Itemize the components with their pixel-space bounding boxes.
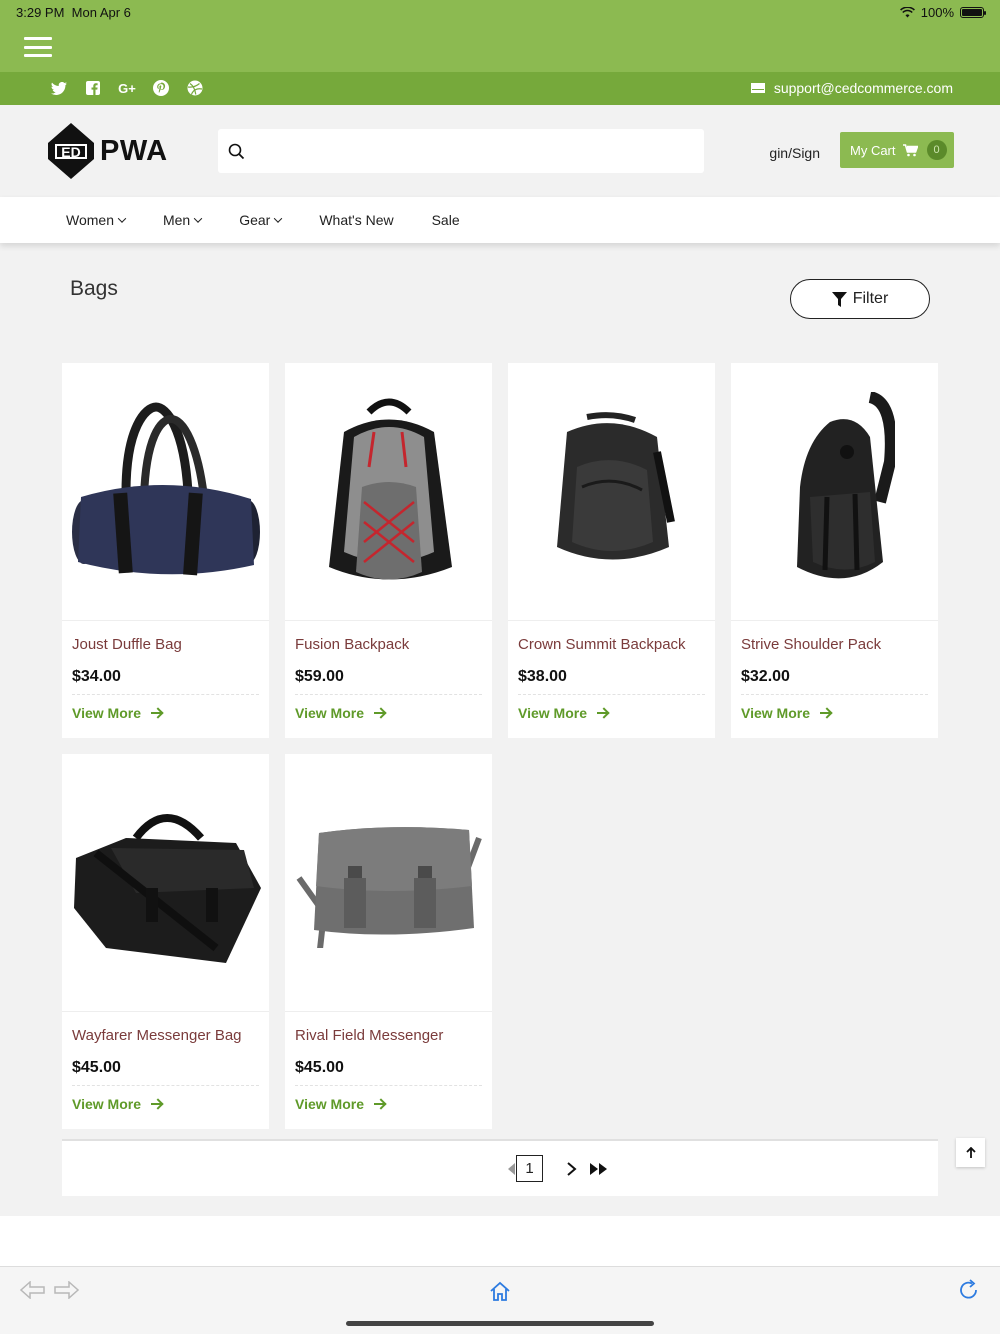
refresh-icon[interactable] <box>958 1279 980 1301</box>
twitter-icon[interactable] <box>50 79 68 97</box>
divider <box>295 1085 482 1086</box>
home-indicator <box>346 1321 654 1326</box>
page-title: Bags <box>70 277 118 300</box>
product-name[interactable]: Crown Summit Backpack <box>518 636 686 653</box>
search-box[interactable] <box>218 129 704 173</box>
wifi-icon <box>899 7 915 18</box>
hamburger-menu-button[interactable] <box>24 37 52 57</box>
logo[interactable]: ED PWA <box>48 123 168 179</box>
nav-item-sale[interactable]: Sale <box>432 212 460 228</box>
support-email-text: support@cedcommerce.com <box>773 80 953 96</box>
product-card[interactable]: Fusion Backpack $59.00 View More <box>285 363 492 738</box>
arrow-right-icon <box>820 708 832 718</box>
pinterest-icon[interactable] <box>152 79 170 97</box>
product-price: $45.00 <box>72 1059 121 1076</box>
product-name[interactable]: Fusion Backpack <box>295 636 409 653</box>
arrow-up-icon <box>965 1146 976 1158</box>
cart-count-badge: 0 <box>926 140 947 160</box>
product-image[interactable] <box>62 754 269 1012</box>
product-image[interactable] <box>731 363 938 621</box>
nav-item-women[interactable]: Women <box>66 212 127 228</box>
cart-label: My Cart <box>850 142 896 158</box>
status-time: 3:29 PM Mon Apr 6 <box>16 5 131 20</box>
product-name[interactable]: Joust Duffle Bag <box>72 636 182 653</box>
google-plus-icon[interactable]: G+ <box>118 79 136 97</box>
my-cart-button[interactable]: My Cart 0 <box>840 132 954 168</box>
facebook-icon[interactable] <box>84 79 102 97</box>
envelope-icon <box>750 83 765 93</box>
product-card[interactable]: Strive Shoulder Pack $32.00 View More <box>731 363 938 738</box>
page-number-current[interactable]: 1 <box>516 1155 543 1182</box>
product-image[interactable] <box>508 363 715 621</box>
arrow-right-icon <box>151 708 163 718</box>
search-input[interactable] <box>253 129 704 173</box>
forward-arrow-icon[interactable] <box>53 1281 79 1299</box>
nav-item-whats-new[interactable]: What's New <box>319 212 393 228</box>
nav-item-men[interactable]: Men <box>163 212 203 228</box>
product-name[interactable]: Strive Shoulder Pack <box>741 636 881 653</box>
logo-mark-icon: ED <box>48 123 94 179</box>
chevron-down-icon <box>117 214 127 223</box>
battery-percent: 100% <box>920 5 954 20</box>
product-card[interactable]: Rival Field Messenger $45.00 View More <box>285 754 492 1129</box>
arrow-right-icon <box>151 1099 163 1109</box>
divider <box>518 694 705 695</box>
product-card[interactable]: Wayfarer Messenger Bag $45.00 View More <box>62 754 269 1129</box>
filter-label: Filter <box>852 290 889 307</box>
product-name[interactable]: Rival Field Messenger <box>295 1027 443 1044</box>
footer <box>0 1216 1000 1266</box>
social-links: G+ <box>50 79 204 97</box>
nav-item-gear[interactable]: Gear <box>239 212 283 228</box>
svg-text:ED: ED <box>61 144 80 160</box>
divider <box>741 694 928 695</box>
product-image[interactable] <box>285 754 492 1012</box>
view-more-link[interactable]: View More <box>518 705 609 721</box>
arrow-right-icon <box>374 1099 386 1109</box>
back-arrow-icon[interactable] <box>20 1281 46 1299</box>
logo-text: PWA <box>100 134 168 167</box>
divider <box>72 694 259 695</box>
product-name[interactable]: Wayfarer Messenger Bag <box>72 1027 242 1044</box>
view-more-link[interactable]: View More <box>295 705 386 721</box>
arrow-right-icon <box>374 708 386 718</box>
scroll-to-top-button[interactable] <box>956 1138 985 1167</box>
pager: 1 <box>506 1155 609 1182</box>
product-card[interactable]: Crown Summit Backpack $38.00 View More <box>508 363 715 738</box>
divider <box>72 1085 259 1086</box>
cart-icon <box>902 143 918 156</box>
chevron-down-icon <box>193 214 203 223</box>
search-icon <box>228 143 245 159</box>
arrow-right-icon <box>597 708 609 718</box>
filter-icon <box>831 291 847 307</box>
site-header: ED PWA gin/Sign My Cart 0 <box>0 105 1000 197</box>
product-card[interactable]: Joust Duffle Bag $34.00 View More <box>62 363 269 738</box>
product-image[interactable] <box>285 363 492 621</box>
product-price: $59.00 <box>295 668 344 685</box>
app-top-bar: 3:29 PM Mon Apr 6 100% <box>0 0 1000 72</box>
main-nav: Women Men Gear What's New Sale <box>0 197 1000 243</box>
filter-button[interactable]: Filter <box>790 279 930 319</box>
support-email[interactable]: support@cedcommerce.com <box>750 80 953 96</box>
chevron-down-icon <box>274 214 283 223</box>
home-icon[interactable] <box>489 1281 511 1301</box>
product-price: $34.00 <box>72 668 121 685</box>
divider <box>295 694 482 695</box>
dribbble-icon[interactable] <box>186 79 204 97</box>
view-more-link[interactable]: View More <box>741 705 832 721</box>
last-page-icon[interactable] <box>589 1162 609 1176</box>
view-more-link[interactable]: View More <box>295 1096 386 1112</box>
product-price: $45.00 <box>295 1059 344 1076</box>
pagination-bar: 1 <box>62 1139 938 1196</box>
social-bar: G+ support@cedcommerce.com <box>0 72 1000 105</box>
view-more-link[interactable]: View More <box>72 705 163 721</box>
product-image[interactable] <box>62 363 269 621</box>
status-right: 100% <box>899 5 986 20</box>
view-more-link[interactable]: View More <box>72 1096 163 1112</box>
previous-page-icon[interactable] <box>506 1162 516 1176</box>
product-price: $32.00 <box>741 668 790 685</box>
signin-link[interactable]: gin/Sign <box>770 145 820 161</box>
next-page-icon[interactable] <box>565 1161 577 1176</box>
product-price: $38.00 <box>518 668 567 685</box>
battery-icon <box>960 7 986 18</box>
